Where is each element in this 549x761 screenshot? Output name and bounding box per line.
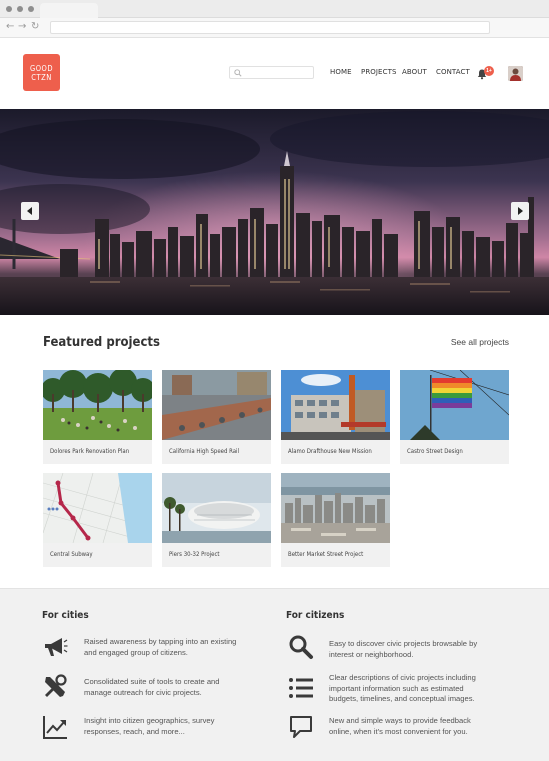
logo-line-1: GOOD	[29, 64, 54, 73]
feature-text: Consolidated suite of tools to create an…	[84, 677, 220, 697]
search-icon	[289, 635, 313, 659]
arena-rendering	[162, 473, 271, 543]
featured-projects-title: Featured projects	[43, 335, 160, 350]
project-name: Castro Street Design	[407, 448, 463, 455]
address-bar[interactable]	[50, 21, 490, 34]
search-icon	[234, 69, 242, 77]
project-card[interactable]: Castro Street Design	[400, 370, 509, 464]
feature-text: Clear descriptions of civic projects inc…	[329, 673, 476, 704]
list-icon	[289, 678, 313, 698]
project-name: Better Market Street Project	[288, 551, 364, 558]
project-name: California High Speed Rail	[169, 448, 240, 455]
rainbow-flag-photo	[400, 370, 509, 440]
browser-tab[interactable]	[40, 3, 98, 18]
search-input[interactable]	[229, 66, 314, 79]
for-citizens-title: For citizens	[286, 610, 345, 621]
project-name: Piers 30-32 Project	[169, 551, 220, 558]
megaphone-icon	[45, 638, 68, 656]
feature-text: Raised awareness by tapping into an exis…	[84, 637, 237, 657]
project-card[interactable]: California High Speed Rail	[162, 370, 271, 464]
city-skyline-image	[0, 109, 549, 315]
project-card[interactable]: Alamo Drafthouse New Mission	[281, 370, 390, 464]
back-arrow-icon[interactable]: ←	[6, 21, 14, 33]
tools-icon	[45, 674, 67, 697]
nav-home[interactable]: HOME	[330, 68, 352, 76]
speech-bubble-icon	[290, 716, 312, 738]
chevron-right-icon	[518, 207, 523, 215]
window-minimize-dot[interactable]	[17, 6, 23, 12]
window-close-dot[interactable]	[6, 6, 12, 12]
for-cities-title: For cities	[42, 610, 89, 621]
project-card[interactable]: Dolores Park Renovation Plan	[43, 370, 152, 464]
window-maximize-dot[interactable]	[28, 6, 34, 12]
city-aerial-photo	[281, 473, 390, 543]
project-name: Alamo Drafthouse New Mission	[288, 448, 372, 455]
feature-text: New and simple ways to provide feedback …	[329, 716, 471, 736]
browser-toolbar: ← → ↻	[0, 18, 549, 38]
project-name: Dolores Park Renovation Plan	[50, 448, 130, 455]
nav-projects[interactable]: PROJECTS	[361, 68, 397, 76]
see-all-projects-link[interactable]: See all projects	[451, 337, 509, 347]
subway-map	[43, 473, 152, 543]
feature-text: Insight into citizen geographics, survey…	[84, 716, 215, 736]
project-card[interactable]: Piers 30-32 Project	[162, 473, 271, 567]
logo[interactable]: GOOD CTZN	[23, 54, 60, 91]
carousel-prev-button[interactable]	[21, 202, 39, 220]
nav-about[interactable]: ABOUT	[402, 68, 427, 76]
chart-icon	[43, 716, 67, 739]
nav-contact[interactable]: CONTACT	[436, 68, 470, 76]
logo-line-2: CTZN	[31, 73, 52, 82]
forward-arrow-icon[interactable]: →	[18, 21, 26, 33]
browser-titlebar	[0, 0, 549, 18]
theater-building-photo	[281, 370, 390, 440]
hero-carousel	[0, 109, 549, 315]
avatar[interactable]	[508, 66, 523, 81]
notification-badge: 1+	[484, 66, 494, 76]
project-card[interactable]: Central Subway	[43, 473, 152, 567]
feature-text: Easy to discover civic projects browsabl…	[329, 639, 478, 659]
park-photo	[43, 370, 152, 440]
project-name: Central Subway	[50, 551, 93, 558]
project-card[interactable]: Better Market Street Project	[281, 473, 390, 567]
reload-icon[interactable]: ↻	[31, 21, 39, 33]
chevron-left-icon	[27, 207, 32, 215]
rail-track-photo	[162, 370, 271, 440]
carousel-next-button[interactable]	[511, 202, 529, 220]
